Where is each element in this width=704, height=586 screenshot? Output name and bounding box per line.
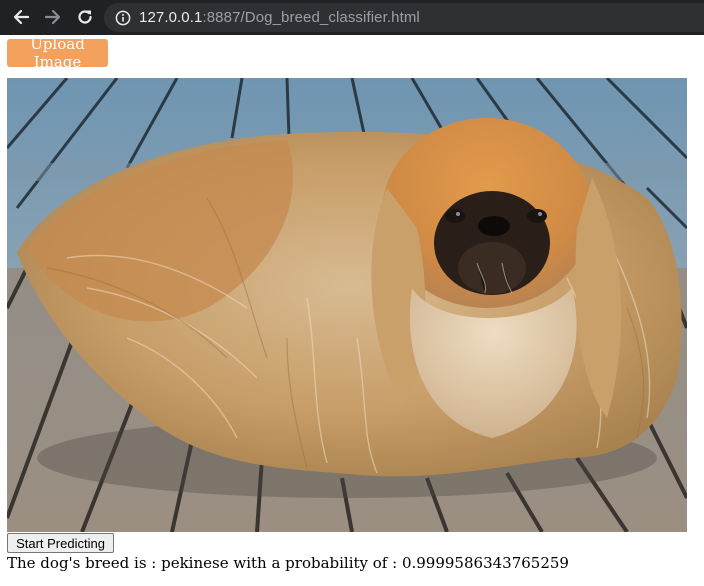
- url-path: :8887/Dog_breed_classifier.html: [202, 9, 420, 26]
- url-host: 127.0.0.1: [139, 9, 203, 26]
- back-arrow-icon[interactable]: [10, 6, 32, 28]
- browser-toolbar: 127.0.0.1:8887/Dog_breed_classifier.html: [0, 0, 704, 35]
- address-bar[interactable]: 127.0.0.1:8887/Dog_breed_classifier.html: [104, 3, 704, 32]
- prediction-result: The dog's breed is : pekinese with a pro…: [7, 554, 569, 572]
- url-text: 127.0.0.1:8887/Dog_breed_classifier.html: [139, 9, 420, 26]
- reload-icon[interactable]: [74, 6, 96, 28]
- info-icon[interactable]: [115, 10, 131, 26]
- forward-arrow-icon[interactable]: [42, 6, 64, 28]
- start-predicting-button[interactable]: Start Predicting: [7, 533, 114, 553]
- dog-image: [7, 78, 687, 532]
- upload-image-button[interactable]: Upload Image: [7, 35, 108, 71]
